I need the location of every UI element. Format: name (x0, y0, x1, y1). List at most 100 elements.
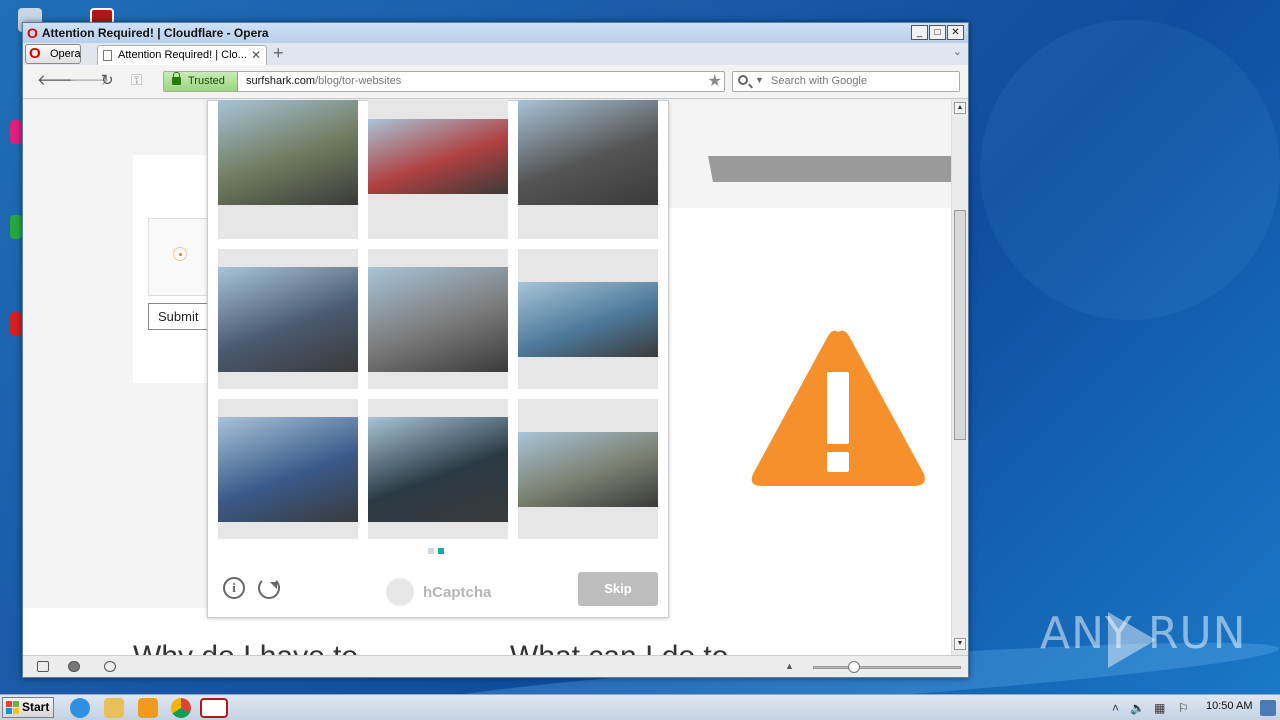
loading-spinner-icon (173, 247, 187, 261)
windows-logo-icon (6, 701, 19, 714)
scroll-up-icon[interactable]: ▲ (954, 102, 966, 114)
motorcycle-wheel-image (368, 267, 508, 372)
faq-heading-right: What can I do to (510, 640, 728, 655)
tab-title: Attention Required! | Clo... (118, 49, 247, 61)
url-domain: surfshark.com (246, 75, 316, 87)
chrome-icon[interactable] (171, 698, 191, 718)
white-car-image (368, 417, 508, 522)
show-desktop-icon[interactable] (1260, 700, 1276, 716)
captcha-page-dots (428, 548, 444, 554)
browser-window: O Attention Required! | Cloudflare - Ope… (22, 22, 969, 678)
opera-menu-button[interactable]: O Opera (25, 44, 81, 64)
exclamation-dot (827, 452, 849, 472)
lock-icon (172, 72, 181, 85)
url-path: /blog/tor-websites (315, 75, 402, 87)
zoom-up-icon[interactable]: ▲ (785, 661, 794, 671)
street-truck-image (518, 432, 658, 507)
scroll-down-icon[interactable]: ▼ (954, 638, 966, 650)
close-button[interactable]: ✕ (947, 25, 964, 40)
trusted-label: Trusted (188, 75, 225, 87)
captcha-tile[interactable] (218, 100, 358, 239)
taskbar: Start ˄ 🔈 ▦ ⚐ 10:50 AM (0, 694, 1280, 720)
navigation-bar: 🡐 🡒 ↻ ⚿ Trusted surfshark.com/blog/tor-w… (23, 65, 968, 99)
submit-button[interactable]: Submit (148, 303, 210, 330)
desktop-app-icon[interactable] (10, 215, 22, 239)
tray-expand-icon[interactable]: ˄ (1112, 701, 1119, 715)
opera-logo-icon: O (29, 45, 41, 62)
status-bar: ▲ (23, 655, 968, 677)
info-icon[interactable]: i (223, 577, 245, 599)
reload-icon[interactable]: ↻ (101, 73, 114, 89)
wand-key-icon[interactable]: ⚿ (131, 73, 142, 89)
refresh-icon[interactable] (258, 577, 280, 599)
captcha-tile[interactable] (518, 249, 658, 389)
bookmark-star-icon[interactable]: ★ (708, 71, 722, 91)
tab-bar: O Opera Attention Required! | Clo... ✕ +… (23, 43, 968, 65)
faq-heading-left: Why do I have to (133, 640, 358, 655)
tab-active[interactable]: Attention Required! | Clo... ✕ (97, 45, 267, 65)
explorer-icon[interactable] (104, 698, 124, 718)
minimize-button[interactable]: _ (911, 25, 928, 40)
zoom-slider[interactable] (813, 666, 961, 669)
hcaptcha-brand: hCaptcha (423, 584, 492, 601)
page-content: Submit Why do I have to What can I do to… (23, 100, 968, 655)
fire-truck-image (368, 119, 508, 194)
opera-menu-label: Opera (50, 48, 81, 60)
network-icon[interactable]: ▦ (1154, 701, 1165, 715)
page-dot[interactable] (438, 548, 444, 554)
captcha-tile[interactable] (368, 399, 508, 539)
window-title: Attention Required! | Cloudflare - Opera (41, 26, 269, 40)
car-carrier-truck-image (518, 282, 658, 357)
captcha-tile[interactable] (518, 100, 658, 239)
hcaptcha-challenge-popup: i hCaptcha Skip (207, 100, 669, 618)
new-tab-button[interactable]: + (273, 44, 284, 62)
page-dot[interactable] (428, 548, 434, 554)
trusted-badge[interactable]: Trusted (164, 72, 238, 91)
desktop-app-icon[interactable] (10, 120, 22, 144)
desktop-app-icon[interactable] (10, 312, 22, 336)
maximize-button[interactable]: □ (929, 25, 946, 40)
panel-toggle-icon[interactable] (37, 661, 49, 672)
address-bar[interactable]: Trusted surfshark.com/blog/tor-websites … (163, 71, 725, 92)
captcha-checkbox-widget[interactable] (148, 218, 210, 296)
media-player-icon[interactable] (138, 698, 158, 718)
ie-icon[interactable] (70, 698, 90, 718)
title-bar: O Attention Required! | Cloudflare - Ope… (23, 23, 968, 43)
search-engine-dropdown-icon[interactable]: ▼ (755, 75, 764, 85)
scrollbar-thumb[interactable] (954, 210, 966, 440)
hcaptcha-logo-icon (386, 578, 414, 606)
zoom-slider-thumb[interactable] (848, 661, 860, 673)
search-placeholder[interactable]: Search with Google (771, 72, 867, 91)
captcha-tile[interactable] (218, 399, 358, 539)
start-button[interactable]: Start (2, 697, 54, 718)
captcha-tile[interactable] (518, 399, 658, 539)
header-strip-tab (663, 156, 713, 182)
opera-taskbar-icon[interactable] (200, 698, 228, 718)
speed-dial-icon[interactable] (104, 661, 116, 672)
start-label: Start (22, 700, 50, 714)
semi-truck-image (218, 417, 358, 522)
roll-off-truck-image (218, 267, 358, 372)
dump-truck-image (218, 100, 358, 205)
clock[interactable]: 10:50 AM (1206, 700, 1252, 712)
page-icon (103, 50, 112, 61)
desktop-glow (980, 20, 1280, 320)
volume-icon[interactable]: 🔈 (1130, 701, 1145, 715)
cloud-icon[interactable] (68, 661, 80, 672)
search-icon (738, 75, 748, 85)
tab-menu-chevron-icon[interactable]: ⌄ (953, 45, 962, 58)
search-box[interactable]: ▼ Search with Google (732, 71, 960, 92)
url-text[interactable]: surfshark.com/blog/tor-websites (246, 72, 401, 91)
tab-close-icon[interactable]: ✕ (251, 46, 261, 64)
exclamation-bar (827, 372, 849, 444)
captcha-tile[interactable] (368, 249, 508, 389)
captcha-tile[interactable] (218, 249, 358, 389)
action-center-flag-icon[interactable]: ⚐ (1178, 701, 1189, 715)
opera-icon: O (27, 25, 38, 41)
bicycle-shop-image (518, 100, 658, 205)
captcha-tile[interactable] (368, 100, 508, 239)
warning-triangle-icon (751, 330, 925, 486)
anyrun-watermark: ANY RUN (1040, 608, 1247, 659)
skip-button[interactable]: Skip (578, 572, 658, 606)
vertical-scrollbar[interactable]: ▲ ▼ (951, 100, 968, 655)
